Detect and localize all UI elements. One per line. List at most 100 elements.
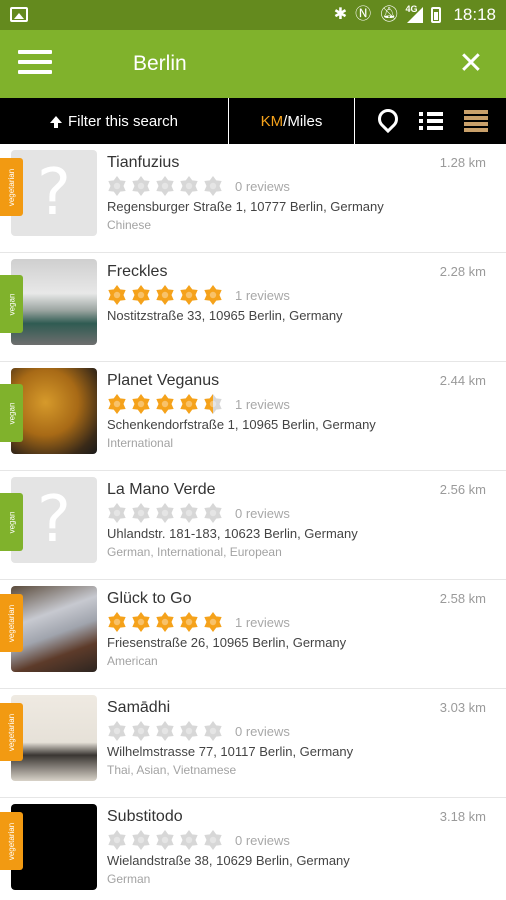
diet-tag: vegetarian <box>0 812 23 870</box>
unit-km: KM <box>260 112 284 130</box>
review-count: 1 reviews <box>235 614 290 630</box>
restaurant-address: Regensburger Straße 1, 10777 Berlin, Ger… <box>107 199 384 214</box>
rating-star-icon <box>108 394 126 414</box>
clock: 18:18 <box>453 5 496 24</box>
rating-star-icon <box>132 721 150 741</box>
restaurant-distance: 2.56 km <box>439 482 486 497</box>
restaurant-cuisine: International <box>107 436 174 450</box>
rating-star-icon <box>132 503 150 523</box>
review-count: 1 reviews <box>235 287 290 303</box>
restaurant-address: Schenkendorfstraße 1, 10965 Berlin, Germ… <box>107 417 376 432</box>
rating-star-icon <box>156 503 174 523</box>
filter-search-button[interactable]: Filter this search <box>0 98 229 144</box>
restaurant-row[interactable]: vegetarian Tianfuzius 1.28 km 0 reviews Rege… <box>0 144 506 253</box>
restaurant-distance: 2.44 km <box>439 373 486 388</box>
restaurant-photo <box>11 586 97 672</box>
restaurant-photo <box>11 695 97 781</box>
rating-star-icon <box>204 176 222 196</box>
list-view-icon[interactable] <box>417 107 445 135</box>
mute-icon: 🔕︎ <box>379 6 400 23</box>
restaurant-distance: 3.18 km <box>439 809 486 824</box>
restaurant-row[interactable]: vegetarian Samādhi 3.03 km 0 reviews Wilhelm… <box>0 689 506 798</box>
rating-stars: 0 reviews <box>107 176 290 196</box>
rating-star-icon <box>204 830 222 850</box>
rating-star-icon <box>204 721 222 741</box>
diet-tag-label: vegetarian <box>7 713 17 751</box>
units-toggle[interactable]: KM / Miles <box>229 98 355 144</box>
restaurant-name: La Mano Verde <box>107 481 216 498</box>
rating-star-icon <box>204 503 222 523</box>
rating-stars: 0 reviews <box>107 721 290 741</box>
rating-star-icon <box>108 830 126 850</box>
diet-tag-label: vegetarian <box>7 168 17 206</box>
restaurant-photo <box>11 259 97 345</box>
rating-star-icon <box>180 830 198 850</box>
map-pin-icon[interactable] <box>372 107 400 135</box>
restaurant-cuisine: American <box>107 654 158 668</box>
rating-star-icon <box>204 285 222 305</box>
diet-tag-label: vegetarian <box>7 604 17 642</box>
diet-tag-label: vegetarian <box>7 822 17 860</box>
restaurant-cuisine: Thai, Asian, Vietnamese <box>107 763 237 777</box>
restaurant-cuisine: German <box>107 872 151 886</box>
rating-star-icon <box>132 394 150 414</box>
restaurant-photo <box>11 368 97 454</box>
restaurant-cuisine: German, International, European <box>107 545 282 559</box>
page-title: Berlin <box>133 52 187 75</box>
restaurant-cuisine: Chinese <box>107 218 152 232</box>
diet-tag: vegan <box>0 384 23 442</box>
signal-icon: 4G <box>405 4 424 23</box>
diet-tag-label: vegan <box>6 511 16 533</box>
rating-star-icon <box>108 503 126 523</box>
diet-tag: vegetarian <box>0 594 23 652</box>
rating-star-icon <box>180 612 198 632</box>
battery-icon <box>431 7 442 23</box>
close-icon[interactable]: ✕ <box>456 46 486 82</box>
restaurant-row[interactable]: vegan Freckles 2.28 km 1 reviews Nostitzstra… <box>0 253 506 362</box>
rating-star-icon <box>108 612 126 632</box>
rating-stars: 1 reviews <box>107 612 290 632</box>
restaurant-row[interactable]: vegetarian Substitodo 3.18 km 0 reviews Wiel… <box>0 798 506 900</box>
restaurant-list: vegetarian Tianfuzius 1.28 km 0 reviews Rege… <box>0 144 506 900</box>
restaurant-photo <box>11 804 97 890</box>
rating-star-icon <box>156 612 174 632</box>
rating-star-icon <box>156 285 174 305</box>
detailed-list-icon[interactable] <box>462 107 490 135</box>
restaurant-row[interactable]: vegetarian Glück to Go 2.58 km 1 reviews Fri… <box>0 580 506 689</box>
rating-stars: 0 reviews <box>107 503 290 523</box>
rating-star-icon <box>108 176 126 196</box>
bluetooth-icon: ✱ <box>333 6 348 23</box>
rating-star-icon <box>156 176 174 196</box>
rating-star-icon <box>180 721 198 741</box>
diet-tag: vegan <box>0 493 23 551</box>
rating-star-icon <box>156 830 174 850</box>
restaurant-name: Substitodo <box>107 808 183 825</box>
image-icon <box>10 7 28 22</box>
diet-tag: vegan <box>0 275 23 333</box>
restaurant-name: Samādhi <box>107 699 171 716</box>
review-count: 0 reviews <box>235 178 290 194</box>
diet-tag: vegetarian <box>0 158 23 216</box>
status-icons: ✱ Ⓝ 🔕︎ 4G 18:18 <box>333 4 496 25</box>
review-count: 1 reviews <box>235 396 290 412</box>
review-count: 0 reviews <box>235 505 290 521</box>
diet-tag-label: vegan <box>6 293 16 315</box>
rating-star-icon <box>204 394 222 414</box>
restaurant-row[interactable]: vegan Planet Veganus 2.44 km 1 reviews Schen… <box>0 362 506 471</box>
restaurant-distance: 3.03 km <box>439 700 486 715</box>
restaurant-address: Wilhelmstrasse 77, 10117 Berlin, Germany <box>107 744 354 759</box>
rating-star-icon <box>204 612 222 632</box>
nfc-icon: Ⓝ <box>355 6 372 23</box>
restaurant-row[interactable]: vegan La Mano Verde 2.56 km 0 reviews Uhland… <box>0 471 506 580</box>
app-bar: Berlin ✕ <box>0 30 506 98</box>
rating-star-icon <box>108 721 126 741</box>
restaurant-distance: 1.28 km <box>439 155 486 170</box>
hamburger-menu-icon[interactable] <box>18 50 52 78</box>
filter-label: Filter this search <box>67 112 179 130</box>
restaurant-distance: 2.28 km <box>439 264 486 279</box>
filter-toolbar: Filter this search KM / Miles <box>0 98 506 144</box>
view-icons <box>355 98 506 144</box>
restaurant-address: Nostitzstraße 33, 10965 Berlin, Germany <box>107 308 343 323</box>
restaurant-name: Tianfuzius <box>107 154 180 171</box>
status-bar: ✱ Ⓝ 🔕︎ 4G 18:18 <box>0 0 506 30</box>
